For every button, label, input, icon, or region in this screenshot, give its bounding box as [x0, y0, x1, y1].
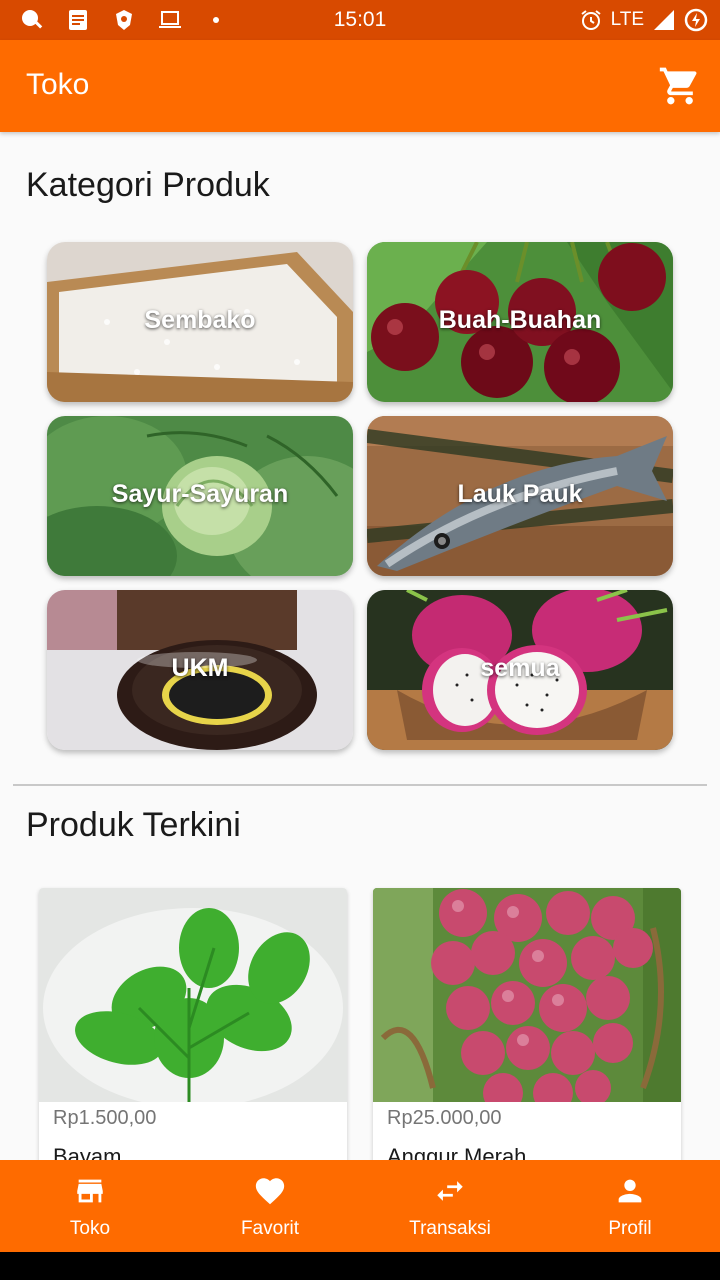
swap-arrows-icon [437, 1181, 463, 1201]
category-card-sayur-sayuran[interactable]: Sayur-Sayuran [47, 416, 353, 576]
category-label: UKM [171, 654, 229, 682]
category-card-ukm[interactable]: UKM [47, 590, 353, 750]
category-card-semua[interactable]: semua [367, 590, 673, 750]
product-price: Rp25.000,00 [387, 1107, 502, 1129]
signal-icon [654, 10, 674, 30]
product-card-bayam[interactable]: Rp1.500,00 Bayam [39, 888, 347, 1178]
person-icon [618, 1179, 642, 1203]
category-label: semua [480, 654, 560, 682]
product-card-anggur-merah[interactable]: Rp25.000,00 Anggur Merah [373, 888, 681, 1178]
status-bar: 15:01 LTE [0, 0, 720, 40]
nav-item-favorit[interactable]: Favorit [180, 1160, 360, 1252]
nav-label: Toko [69, 1218, 111, 1239]
nav-label: Favorit [240, 1218, 300, 1239]
nav-item-profil[interactable]: Profil [540, 1160, 720, 1252]
category-label: Sembako [144, 306, 256, 334]
nav-item-transaksi[interactable]: Transaksi [360, 1160, 540, 1252]
category-section-title: Kategori Produk [26, 166, 270, 204]
category-card-lauk-pauk[interactable]: Lauk Pauk [367, 416, 673, 576]
app-title: Toko [26, 68, 90, 101]
category-card-sembako[interactable]: Sembako [47, 242, 353, 402]
network-type: LTE [610, 9, 644, 30]
section-divider [13, 784, 707, 786]
nav-label: Profil [608, 1218, 652, 1239]
heart-icon [255, 1178, 285, 1205]
category-label: Sayur-Sayuran [111, 480, 289, 508]
nav-item-toko[interactable]: Toko [0, 1160, 180, 1252]
spinach-image [39, 888, 347, 1102]
product-price: Rp1.500,00 [53, 1107, 157, 1129]
battery-charging-icon [684, 8, 708, 32]
red-grapes-image [373, 888, 681, 1102]
status-indicators: LTE [579, 8, 708, 32]
nav-label: Transaksi [409, 1218, 491, 1239]
alarm-icon [580, 10, 601, 30]
bottom-navigation: Toko Favorit Transaksi Profil [0, 1160, 720, 1252]
category-card-buah-buahan[interactable]: Buah-Buahan [367, 242, 673, 402]
latest-products-title: Produk Terkini [26, 806, 241, 844]
shopping-cart-icon[interactable] [658, 64, 702, 108]
category-label: Lauk Pauk [457, 480, 583, 508]
app-bar: Toko [0, 40, 720, 132]
system-navigation-bar [0, 1252, 720, 1280]
store-icon [77, 1179, 103, 1203]
category-label: Buah-Buahan [438, 306, 602, 334]
